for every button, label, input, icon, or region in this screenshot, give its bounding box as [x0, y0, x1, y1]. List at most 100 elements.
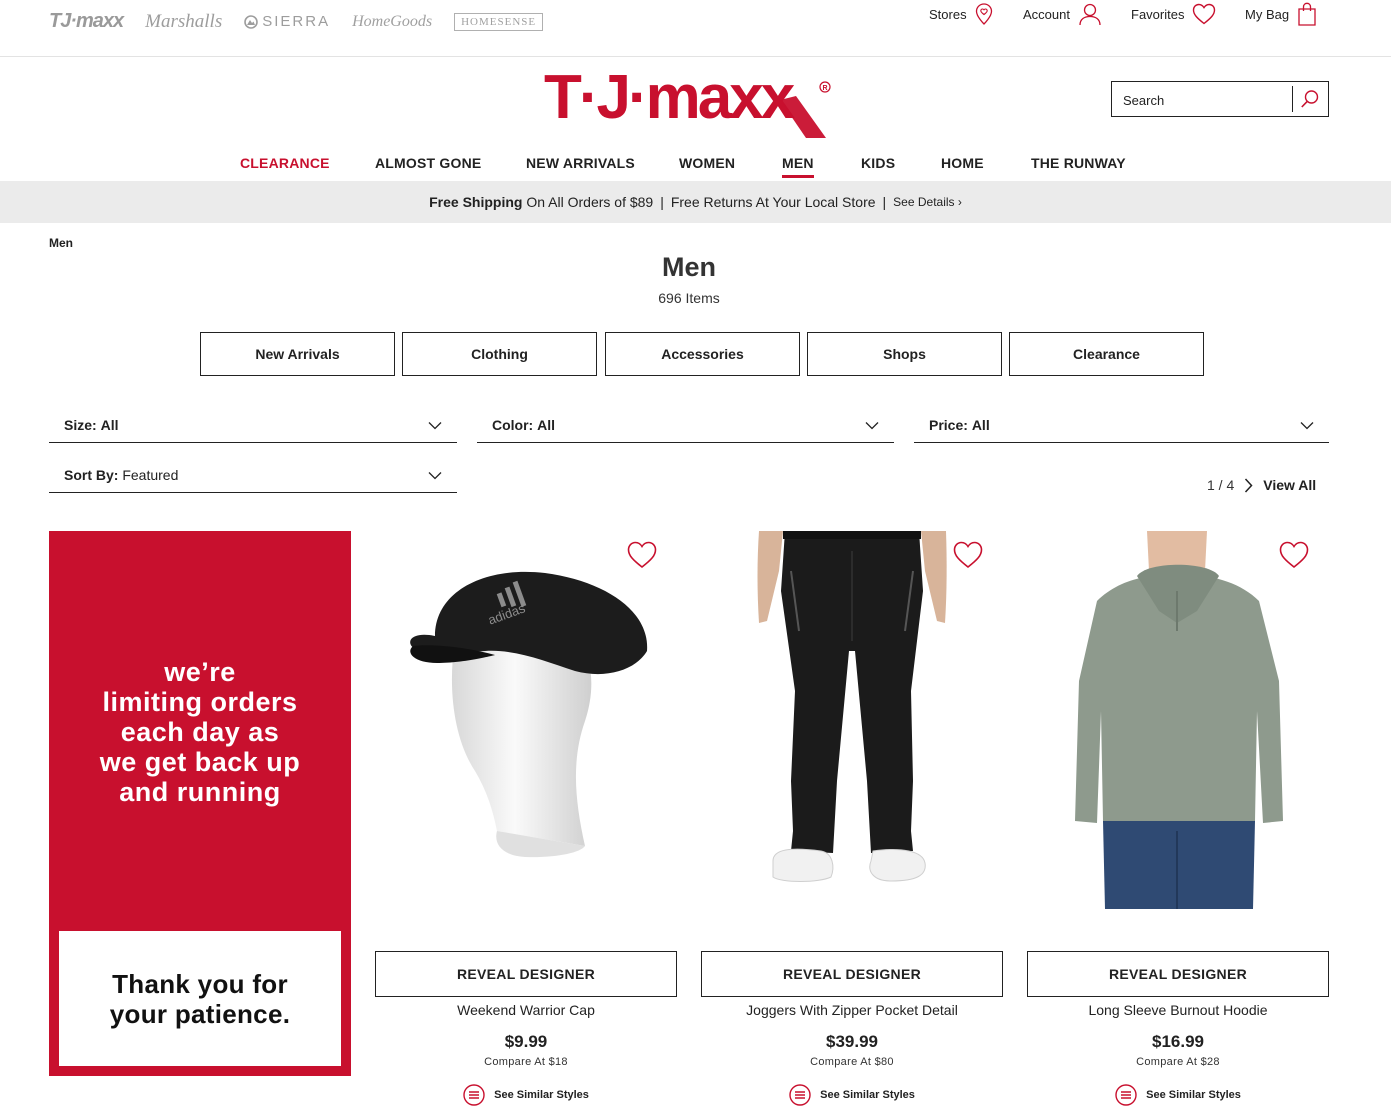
product-name[interactable]: Weekend Warrior Cap [375, 1002, 677, 1018]
size-filter-label: Size: All [64, 417, 119, 433]
nav-almost-gone[interactable]: ALMOST GONE [375, 155, 481, 171]
compare-at-price: Compare At $18 [484, 1056, 568, 1068]
category-clothing-button[interactable]: Clothing [402, 332, 597, 376]
brand-tjmaxx-link[interactable]: TJ·maxx [49, 10, 124, 33]
thank-you-box: Thank you for your patience. [59, 931, 341, 1066]
search-icon [1301, 90, 1319, 108]
see-similar-styles-label: See Similar Styles [1146, 1089, 1241, 1101]
see-similar-styles-label: See Similar Styles [494, 1089, 589, 1101]
logo-wordmark: T·J·maxx [544, 68, 796, 132]
product-price: $16.99 [1152, 1032, 1204, 1051]
product-image-hoodie[interactable] [1027, 531, 1329, 911]
nav-the-runway[interactable]: THE RUNWAY [1031, 155, 1126, 171]
location-pin-icon [975, 3, 992, 25]
search-box [1111, 81, 1329, 117]
favorites-label: Favorites [1131, 6, 1185, 22]
category-accessories-button[interactable]: Accessories [605, 332, 800, 376]
nav-men[interactable]: MEN [782, 155, 814, 178]
brand-homesense-link[interactable]: HOMESENSE [454, 12, 544, 31]
notice-message: we’re limiting orders each day as we get… [99, 657, 301, 807]
search-input[interactable] [1112, 85, 1292, 115]
search-button[interactable] [1293, 82, 1327, 116]
see-similar-styles-link[interactable]: See Similar Styles [701, 1084, 1003, 1106]
tjmaxx-logo[interactable]: T·J·maxx R [544, 68, 834, 140]
user-icon [1079, 3, 1101, 26]
promo-separator: | [660, 194, 664, 210]
item-count: 696 Items [658, 290, 720, 306]
price-filter-label: Price: All [929, 417, 990, 433]
chevron-right-icon[interactable] [1244, 477, 1253, 493]
heart-icon [1193, 3, 1216, 25]
nav-clearance[interactable]: CLEARANCE [240, 155, 330, 171]
promo-free-shipping: Free Shipping [429, 194, 523, 210]
breadcrumb[interactable]: Men [49, 236, 73, 250]
stores-label: Stores [929, 6, 967, 22]
see-similar-styles-label: See Similar Styles [820, 1089, 915, 1101]
promo-text-returns: Free Returns At Your Local Store [670, 194, 876, 210]
product-card: adidas REVEAL DESIGNER Weekend Warrior C… [375, 531, 677, 1109]
reveal-designer-button[interactable]: REVEAL DESIGNER [375, 951, 677, 997]
color-filter-dropdown[interactable]: Color: All [477, 408, 894, 443]
product-image-joggers[interactable] [701, 531, 1003, 911]
similar-styles-icon [463, 1084, 485, 1106]
sister-brands: TJ·maxx Marshalls SIERRA HomeGoods HOMES… [49, 10, 544, 33]
top-bar: TJ·maxx Marshalls SIERRA HomeGoods HOMES… [0, 0, 1391, 57]
price-filter-dropdown[interactable]: Price: All [914, 408, 1329, 443]
product-name[interactable]: Joggers With Zipper Pocket Detail [701, 1002, 1003, 1018]
svg-text:R: R [823, 85, 828, 92]
nav-kids[interactable]: KIDS [861, 155, 895, 171]
product-price: $39.99 [826, 1032, 878, 1051]
sierra-mountain-icon [244, 14, 259, 29]
color-filter-label: Color: All [492, 417, 555, 433]
product-card: REVEAL DESIGNER Long Sleeve Burnout Hood… [1027, 531, 1329, 1109]
chevron-down-icon [428, 471, 442, 479]
nav-women[interactable]: WOMEN [679, 155, 735, 171]
main-nav: CLEARANCE ALMOST GONE NEW ARRIVALS WOMEN… [0, 155, 1391, 181]
compare-at-price: Compare At $80 [810, 1056, 894, 1068]
category-shops-button[interactable]: Shops [807, 332, 1002, 376]
sort-label: Sort By: Featured [64, 467, 179, 483]
order-limit-notice: we’re limiting orders each day as we get… [49, 531, 351, 1076]
compare-at-price: Compare At $28 [1136, 1056, 1220, 1068]
see-details-link[interactable]: See Details › [893, 195, 962, 209]
stores-link[interactable]: Stores [929, 0, 993, 28]
reveal-designer-button[interactable]: REVEAL DESIGNER [701, 951, 1003, 997]
account-link[interactable]: Account [1023, 0, 1102, 28]
similar-styles-icon [1115, 1084, 1137, 1106]
promo-separator: | [882, 194, 887, 210]
see-similar-styles-link[interactable]: See Similar Styles [1027, 1084, 1329, 1106]
similar-styles-icon [789, 1084, 811, 1106]
product-image-cap[interactable]: adidas [375, 531, 677, 911]
brand-sierra-link[interactable]: SIERRA [244, 13, 330, 30]
brand-marshalls-link[interactable]: Marshalls [145, 11, 222, 33]
shipping-promo-bar: Free Shipping On All Orders of $89 | Fre… [0, 181, 1391, 223]
favorites-link[interactable]: Favorites [1131, 0, 1216, 28]
chevron-down-icon [865, 421, 879, 429]
see-similar-styles-link[interactable]: See Similar Styles [375, 1084, 677, 1106]
account-label: Account [1023, 6, 1070, 22]
category-new-arrivals-button[interactable]: New Arrivals [200, 332, 395, 376]
bag-link[interactable]: My Bag [1245, 0, 1317, 28]
favorite-heart-icon[interactable] [1279, 541, 1309, 569]
product-card: REVEAL DESIGNER Joggers With Zipper Pock… [701, 531, 1003, 1109]
page-indicator: 1 / 4 [1207, 477, 1235, 493]
nav-home[interactable]: HOME [941, 155, 984, 171]
product-name[interactable]: Long Sleeve Burnout Hoodie [1027, 1002, 1329, 1018]
chevron-down-icon [1300, 421, 1314, 429]
bag-label: My Bag [1245, 6, 1290, 22]
brand-sierra-label: SIERRA [262, 13, 331, 30]
size-filter-dropdown[interactable]: Size: All [49, 408, 457, 443]
reveal-designer-button[interactable]: REVEAL DESIGNER [1027, 951, 1329, 997]
brand-homegoods-link[interactable]: HomeGoods [352, 13, 432, 31]
nav-new-arrivals[interactable]: NEW ARRIVALS [526, 155, 635, 171]
favorite-heart-icon[interactable] [627, 541, 657, 569]
promo-text-order-minimum: On All Orders of $89 [526, 194, 654, 210]
sort-dropdown[interactable]: Sort By: Featured [49, 458, 457, 493]
page-title: Men [662, 252, 716, 282]
category-clearance-button[interactable]: Clearance [1009, 332, 1204, 376]
favorite-heart-icon[interactable] [953, 541, 983, 569]
pagination: 1 / 4 View All [1207, 477, 1316, 493]
view-all-link[interactable]: View All [1263, 477, 1316, 493]
product-price: $9.99 [504, 1032, 548, 1051]
chevron-down-icon [428, 421, 442, 429]
